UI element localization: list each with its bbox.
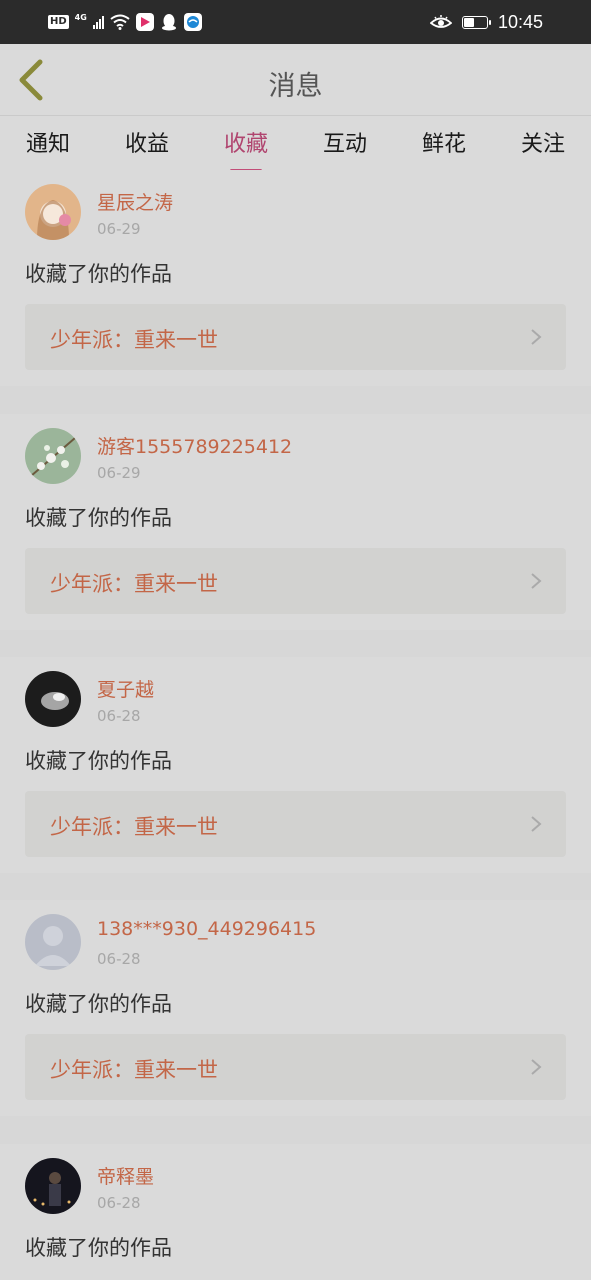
- tab-flowers[interactable]: 鲜花: [404, 126, 484, 158]
- message-date: 06-28: [97, 707, 141, 725]
- message-date: 06-29: [97, 220, 141, 238]
- tab-follows[interactable]: 关注: [503, 126, 583, 158]
- work-link[interactable]: 少年派：重来一世: [25, 304, 566, 370]
- username[interactable]: 星辰之涛: [97, 188, 173, 215]
- tab-bar: 通知 收益 收藏 互动 鲜花 关注: [0, 116, 591, 172]
- message-text: 收藏了你的作品: [25, 1236, 172, 1260]
- message-text: 收藏了你的作品: [25, 262, 172, 286]
- message-date: 06-29: [97, 464, 141, 482]
- flower-branch-avatar[interactable]: [25, 428, 81, 484]
- network-type: 4G: [74, 12, 87, 22]
- tab-label: 通知: [25, 132, 70, 157]
- tab-interactions[interactable]: 互动: [305, 126, 385, 158]
- eye-comfort-icon: [429, 15, 452, 28]
- username[interactable]: 游客1555789225412: [97, 432, 292, 459]
- qq-icon: [160, 13, 178, 31]
- signal-icon: [92, 15, 104, 29]
- chevron-right-icon: [531, 816, 542, 832]
- page-title: 消息: [268, 71, 323, 102]
- message-date: 06-28: [97, 1194, 141, 1212]
- battery-icon: [461, 15, 491, 29]
- status-bar: HD 4G 10:45: [0, 0, 591, 44]
- tab-favorites[interactable]: 收藏: [206, 126, 286, 172]
- default-user-avatar[interactable]: [25, 914, 81, 970]
- message-item: 138***930_449296415 06-28 收藏了你的作品 少年派：重来…: [0, 900, 591, 1116]
- wifi-icon: [110, 14, 130, 30]
- message-date: 06-28: [97, 950, 141, 968]
- tab-label: 互动: [322, 132, 367, 157]
- username[interactable]: 夏子越: [97, 675, 154, 702]
- tab-label: 关注: [520, 132, 565, 157]
- work-title: 少年派：重来一世: [50, 328, 218, 352]
- message-text: 收藏了你的作品: [25, 749, 172, 773]
- username[interactable]: 138***930_449296415: [97, 918, 316, 940]
- message-text: 收藏了你的作品: [25, 506, 172, 530]
- tab-label: 收藏: [223, 132, 268, 157]
- video-app-icon: [135, 13, 154, 31]
- work-title: 少年派：重来一世: [50, 1058, 218, 1082]
- clock: 10:45: [497, 11, 543, 32]
- work-link[interactable]: 少年派：重来一世: [25, 791, 566, 857]
- work-link[interactable]: 少年派：重来一世: [25, 1034, 566, 1100]
- chevron-right-icon: [531, 329, 542, 345]
- chevron-right-icon: [531, 573, 542, 589]
- anime-girl-avatar[interactable]: [25, 184, 81, 240]
- night-city-avatar[interactable]: [25, 1158, 81, 1214]
- chevron-right-icon: [531, 1059, 542, 1075]
- status-left: HD 4G: [48, 12, 202, 32]
- work-title: 少年派：重来一世: [50, 572, 218, 596]
- tab-notifications[interactable]: 通知: [8, 126, 88, 158]
- message-item: 游客1555789225412 06-29 收藏了你的作品 少年派：重来一世: [0, 414, 591, 630]
- nav-header: 消息: [0, 44, 591, 116]
- browser-icon: [183, 13, 202, 31]
- dark-glow-avatar[interactable]: [25, 671, 81, 727]
- message-item: 夏子越 06-28 收藏了你的作品 少年派：重来一世: [0, 657, 591, 873]
- tab-label: 鲜花: [421, 132, 466, 157]
- tab-earnings[interactable]: 收益: [107, 126, 187, 158]
- work-link[interactable]: 少年派：重来一世: [25, 548, 566, 614]
- tab-label: 收益: [124, 132, 169, 157]
- message-text: 收藏了你的作品: [25, 992, 172, 1016]
- work-title: 少年派：重来一世: [50, 815, 218, 839]
- status-right: 10:45: [429, 10, 543, 34]
- message-item: 星辰之涛 06-29 收藏了你的作品 少年派：重来一世: [0, 170, 591, 386]
- hd-badge: HD: [48, 15, 69, 29]
- username[interactable]: 帝释墨: [97, 1162, 154, 1189]
- message-item: 帝释墨 06-28 收藏了你的作品: [0, 1144, 591, 1280]
